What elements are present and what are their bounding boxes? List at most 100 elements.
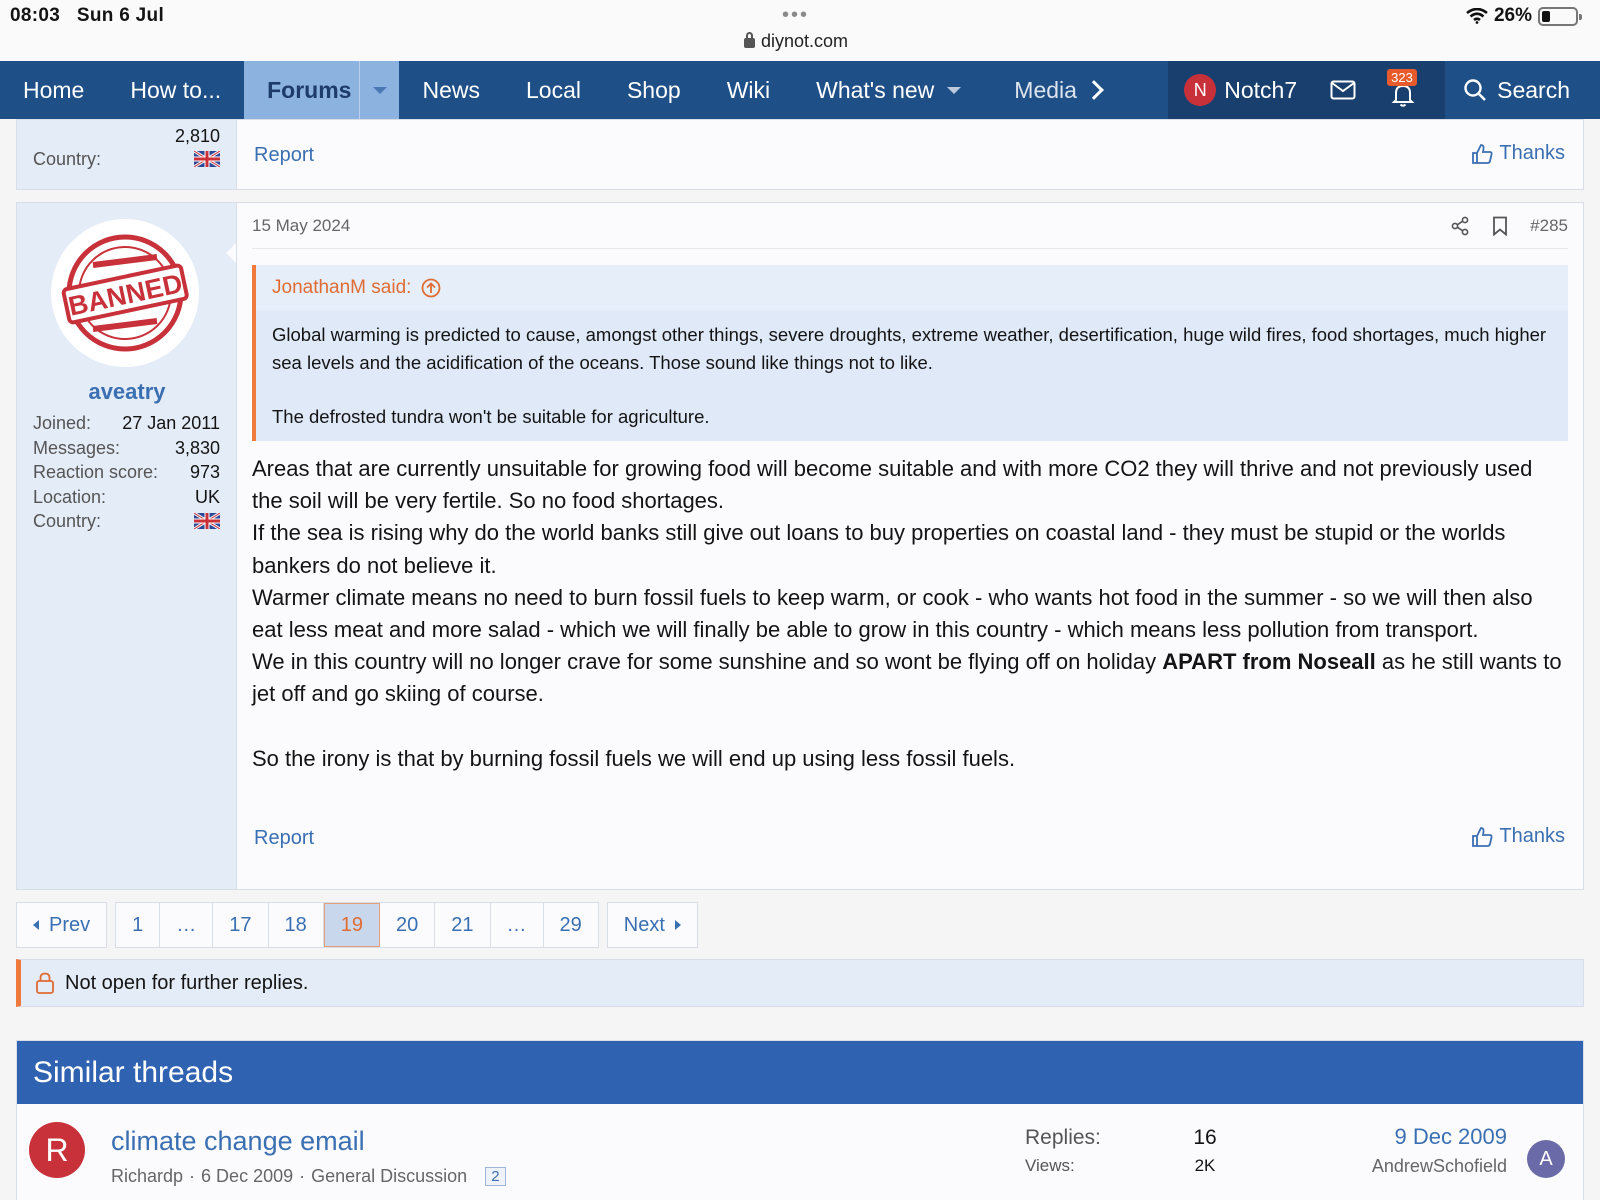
thread-author-avatar[interactable]: R [29, 1122, 85, 1178]
nav-account[interactable]: N Notch7 [1168, 61, 1313, 119]
pagination: Prev 1 … 17 18 19 20 21 … 29 Next [16, 902, 698, 948]
quote-paragraph-1: Global warming is predicted to cause, am… [272, 324, 1547, 373]
nav-local[interactable]: Local [503, 61, 604, 119]
alerts-badge: 323 [1387, 69, 1417, 86]
status-bar: 08:03 Sun 6 Jul ••• diynot.com 26% [0, 0, 1600, 61]
thanks-button[interactable]: Thanks [1471, 142, 1565, 165]
page-ellipsis[interactable]: … [160, 903, 214, 947]
user-avatar: N [1184, 74, 1217, 106]
main-nav: Home How to... Forums News Local Shop Wi… [0, 61, 1600, 119]
previous-post-main: Report Thanks [237, 120, 1583, 189]
lock-icon [744, 32, 755, 48]
page-1[interactable]: 1 [116, 903, 161, 947]
similar-threads: Similar threads R climate change email R… [16, 1040, 1584, 1200]
alerts-button[interactable]: 323 [1373, 61, 1433, 119]
replies-label: Replies: [1025, 1126, 1101, 1149]
nav-news[interactable]: News [399, 61, 503, 119]
message-paragraph-4: We in this country will no longer crave … [252, 649, 1562, 707]
previous-post: 2,810 Country: Report Thanks [16, 119, 1584, 190]
quote-body: Global warming is predicted to cause, am… [256, 311, 1568, 431]
quote-header[interactable]: JonathanM said: [256, 265, 1568, 311]
nav-forums[interactable]: Forums [244, 61, 400, 119]
status-time: 08:03 Sun 6 Jul [10, 5, 165, 26]
account-username: Notch7 [1224, 76, 1298, 103]
forums-dropdown-toggle[interactable] [359, 61, 399, 119]
similar-thread-row[interactable]: R climate change email Richardp · 6 Dec … [17, 1104, 1583, 1200]
nav-how-to[interactable]: How to... [107, 61, 244, 119]
bookmark-icon[interactable] [1492, 216, 1508, 236]
previous-post-count: 2,810 [174, 126, 220, 146]
caret-right-icon [674, 920, 681, 930]
report-link[interactable]: Report [254, 144, 314, 167]
more-dots-icon[interactable]: ••• [782, 4, 809, 27]
battery-icon [1538, 6, 1582, 26]
nav-home[interactable]: Home [0, 61, 107, 119]
thanks-button[interactable]: Thanks [1471, 825, 1565, 848]
message-body: Areas that are currently unsuitable for … [252, 453, 1565, 775]
page-19-current[interactable]: 19 [323, 903, 380, 947]
page-17[interactable]: 17 [213, 903, 269, 947]
page-20[interactable]: 20 [380, 903, 436, 947]
views-label: Views: [1025, 1156, 1075, 1175]
thread-page-2-link[interactable]: 2 [485, 1167, 506, 1186]
quote-block: JonathanM said: Global warming is predic… [252, 265, 1568, 441]
author-stats: Joined: 27 Jan 2011 Messages: 3,830 Reacti… [17, 411, 236, 534]
page-21[interactable]: 21 [435, 903, 491, 947]
thread-meta: Richardp · 6 Dec 2009 · General Discussi… [111, 1166, 506, 1187]
post-285: BANNED aveatry Joined: 27 Jan 2011 Messag… [16, 202, 1584, 890]
nav-whats-new[interactable]: What's new [793, 61, 991, 119]
message-paragraph-1: Areas that are currently unsuitable for … [252, 456, 1533, 514]
stat-messages: Messages: 3,830 [33, 437, 220, 458]
last-post-user[interactable]: AndrewSchofield [1372, 1156, 1507, 1177]
quote-author: JonathanM said: [272, 277, 412, 298]
address-bar[interactable]: diynot.com [744, 31, 848, 52]
page-29[interactable]: 29 [544, 903, 598, 947]
inbox-button[interactable] [1313, 61, 1373, 119]
notice-text: Not open for further replies. [65, 971, 309, 994]
post-number[interactable]: #285 [1530, 216, 1568, 236]
page-ellipsis[interactable]: … [491, 903, 544, 947]
nav-media[interactable]: Media [991, 61, 1107, 119]
prev-page-button[interactable]: Prev [17, 903, 106, 947]
nav-search[interactable]: Search [1445, 61, 1600, 119]
thread-title-link[interactable]: climate change email [111, 1126, 365, 1157]
uk-flag-icon [194, 151, 220, 167]
thumbs-up-icon [1472, 826, 1493, 847]
stat-joined: Joined: 27 Jan 2011 [33, 413, 220, 433]
nav-wiki[interactable]: Wiki [704, 61, 793, 119]
scroll-right-icon[interactable] [1084, 80, 1104, 100]
post-username[interactable]: aveatry [17, 379, 237, 405]
views-count: 2K [1194, 1156, 1216, 1175]
chevron-down-icon [947, 86, 962, 94]
nav-shop[interactable]: Shop [604, 61, 704, 119]
whats-new-dropdown-toggle[interactable] [940, 61, 968, 119]
nav-user-area: N Notch7 323 Search [1168, 61, 1600, 119]
lock-icon [36, 972, 54, 994]
battery-percent: 26% [1493, 5, 1532, 26]
stat-location: Location: UK [33, 486, 220, 507]
next-page-box: Next [606, 902, 698, 948]
page-18[interactable]: 18 [269, 903, 324, 947]
share-icon[interactable] [1450, 216, 1470, 236]
post-date[interactable]: 15 May 2024 [252, 216, 350, 236]
arrow-up-circle-icon[interactable] [421, 278, 441, 298]
prev-page-box: Prev [16, 902, 108, 948]
last-poster-avatar[interactable]: A [1527, 1140, 1565, 1178]
replies-count: 16 [1193, 1126, 1217, 1149]
previous-post-sidebar: 2,810 Country: [17, 120, 237, 189]
next-page-button[interactable]: Next [608, 903, 697, 947]
message-paragraph-5: So the irony is that by burning fossil f… [252, 745, 1016, 771]
report-link[interactable]: Report [254, 827, 314, 850]
quote-paragraph-2: The defrosted tundra won't be suitable f… [272, 406, 710, 428]
page-numbers: 1 … 17 18 19 20 21 … 29 [115, 902, 599, 948]
uk-flag-icon [194, 513, 220, 530]
thread-author[interactable]: Richardp [111, 1166, 183, 1187]
message-paragraph-3: Warmer climate means no need to burn fos… [252, 584, 1533, 643]
banned-stamp-icon: BANNED [61, 234, 189, 352]
banned-avatar[interactable]: BANNED [51, 219, 199, 367]
message-paragraph-2: If the sea is rising why do the world ba… [252, 520, 1506, 578]
thread-start-date[interactable]: 6 Dec 2009 [201, 1166, 293, 1187]
similar-threads-heading: Similar threads [17, 1041, 1583, 1104]
thread-forum[interactable]: General Discussion [311, 1166, 467, 1187]
last-post-date[interactable]: 9 Dec 2009 [1372, 1124, 1507, 1150]
